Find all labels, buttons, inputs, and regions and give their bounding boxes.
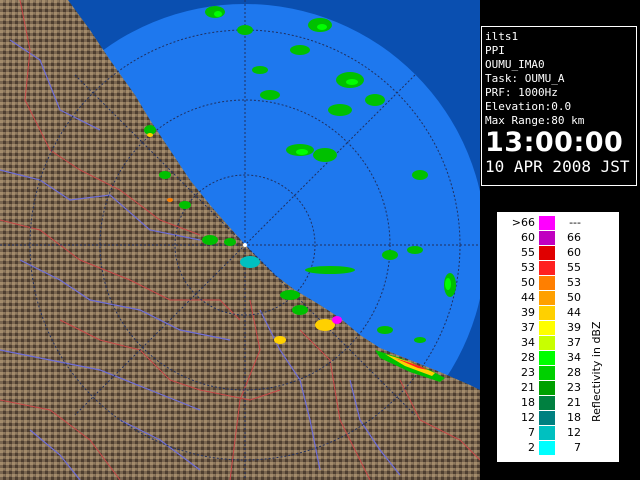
legend-row: >66 --- (497, 216, 619, 231)
legend-row: 27 (497, 441, 619, 456)
legend-high-value: 53 (567, 276, 581, 289)
legend-low-value: 37 (521, 321, 535, 334)
radar-site-marker-icon (243, 243, 247, 247)
legend-title: Reflectivity in dBZ (590, 321, 603, 422)
legend-color-swatch (539, 396, 555, 410)
observation-time: 13:00:00 (485, 127, 624, 158)
prf-label: PRF: 1000Hz (485, 86, 558, 99)
legend-row: 7 12 (497, 426, 619, 441)
legend-low-value: 50 (521, 276, 535, 289)
legend-high-value: 28 (567, 366, 581, 379)
legend-high-value: 34 (567, 351, 581, 364)
radar-ppi-display[interactable] (0, 0, 480, 480)
legend-high-value: 60 (567, 246, 581, 259)
legend-low-value: 7 (528, 426, 535, 439)
legend-low-value: 18 (521, 396, 535, 409)
legend-color-swatch (539, 411, 555, 425)
legend-low-value: >66 (511, 216, 535, 229)
legend-color-swatch (539, 336, 555, 350)
legend-low-value: 44 (521, 291, 535, 304)
legend-color-swatch (539, 306, 555, 320)
legend-low-value: 21 (521, 381, 535, 394)
legend-color-swatch (539, 366, 555, 380)
legend-low-value: 23 (521, 366, 535, 379)
legend-high-value: 37 (567, 336, 581, 349)
legend-low-value: 60 (521, 231, 535, 244)
scan-type: PPI (485, 44, 505, 57)
legend-color-swatch (539, 261, 555, 275)
legend-high-value: 21 (567, 396, 581, 409)
legend-color-swatch (539, 441, 555, 455)
legend-color-swatch (539, 426, 555, 440)
elevation-label: Elevation:0.0 (485, 100, 572, 113)
legend-low-value: 55 (521, 246, 535, 259)
observation-date: 10 APR 2008 JST (485, 157, 630, 176)
legend-high-value: 18 (567, 411, 581, 424)
legend-high-value: 66 (567, 231, 581, 244)
legend-color-swatch (539, 231, 555, 245)
legend-color-swatch (539, 381, 555, 395)
legend-high-value: --- (569, 216, 581, 229)
legend-color-swatch (539, 321, 555, 335)
legend-low-value: 39 (521, 306, 535, 319)
legend-row: 60 66 (497, 231, 619, 246)
legend-high-value: 12 (567, 426, 581, 439)
legend-low-value: 53 (521, 261, 535, 274)
site-name: OUMU_IMA0 (485, 58, 545, 71)
legend-low-value: 34 (521, 336, 535, 349)
legend-low-value: 28 (521, 351, 535, 364)
radar-name: ilts1 (485, 30, 519, 43)
reflectivity-legend: >66 --- 60 66 55 60 53 55 50 53 44 50 39 44 37 39 34 37 28… (497, 212, 619, 462)
legend-high-value: 55 (567, 261, 581, 274)
legend-color-swatch (539, 276, 555, 290)
max-range-label: Max Range:80 km (485, 114, 585, 127)
legend-low-value: 2 (528, 441, 535, 454)
legend-high-value: 44 (567, 306, 581, 319)
legend-color-swatch (539, 246, 555, 260)
legend-high-value: 39 (567, 321, 581, 334)
legend-color-swatch (539, 216, 555, 230)
legend-high-value: 7 (574, 441, 581, 454)
task-label: Task: OUMU_A (485, 72, 565, 85)
legend-high-value: 50 (567, 291, 581, 304)
radar-info-panel: ilts1 PPI OUMU_IMA0 Task: OUMU_A PRF: 10… (481, 26, 637, 186)
legend-high-value: 23 (567, 381, 581, 394)
legend-color-swatch (539, 351, 555, 365)
legend-color-swatch (539, 291, 555, 305)
legend-low-value: 12 (521, 411, 535, 424)
